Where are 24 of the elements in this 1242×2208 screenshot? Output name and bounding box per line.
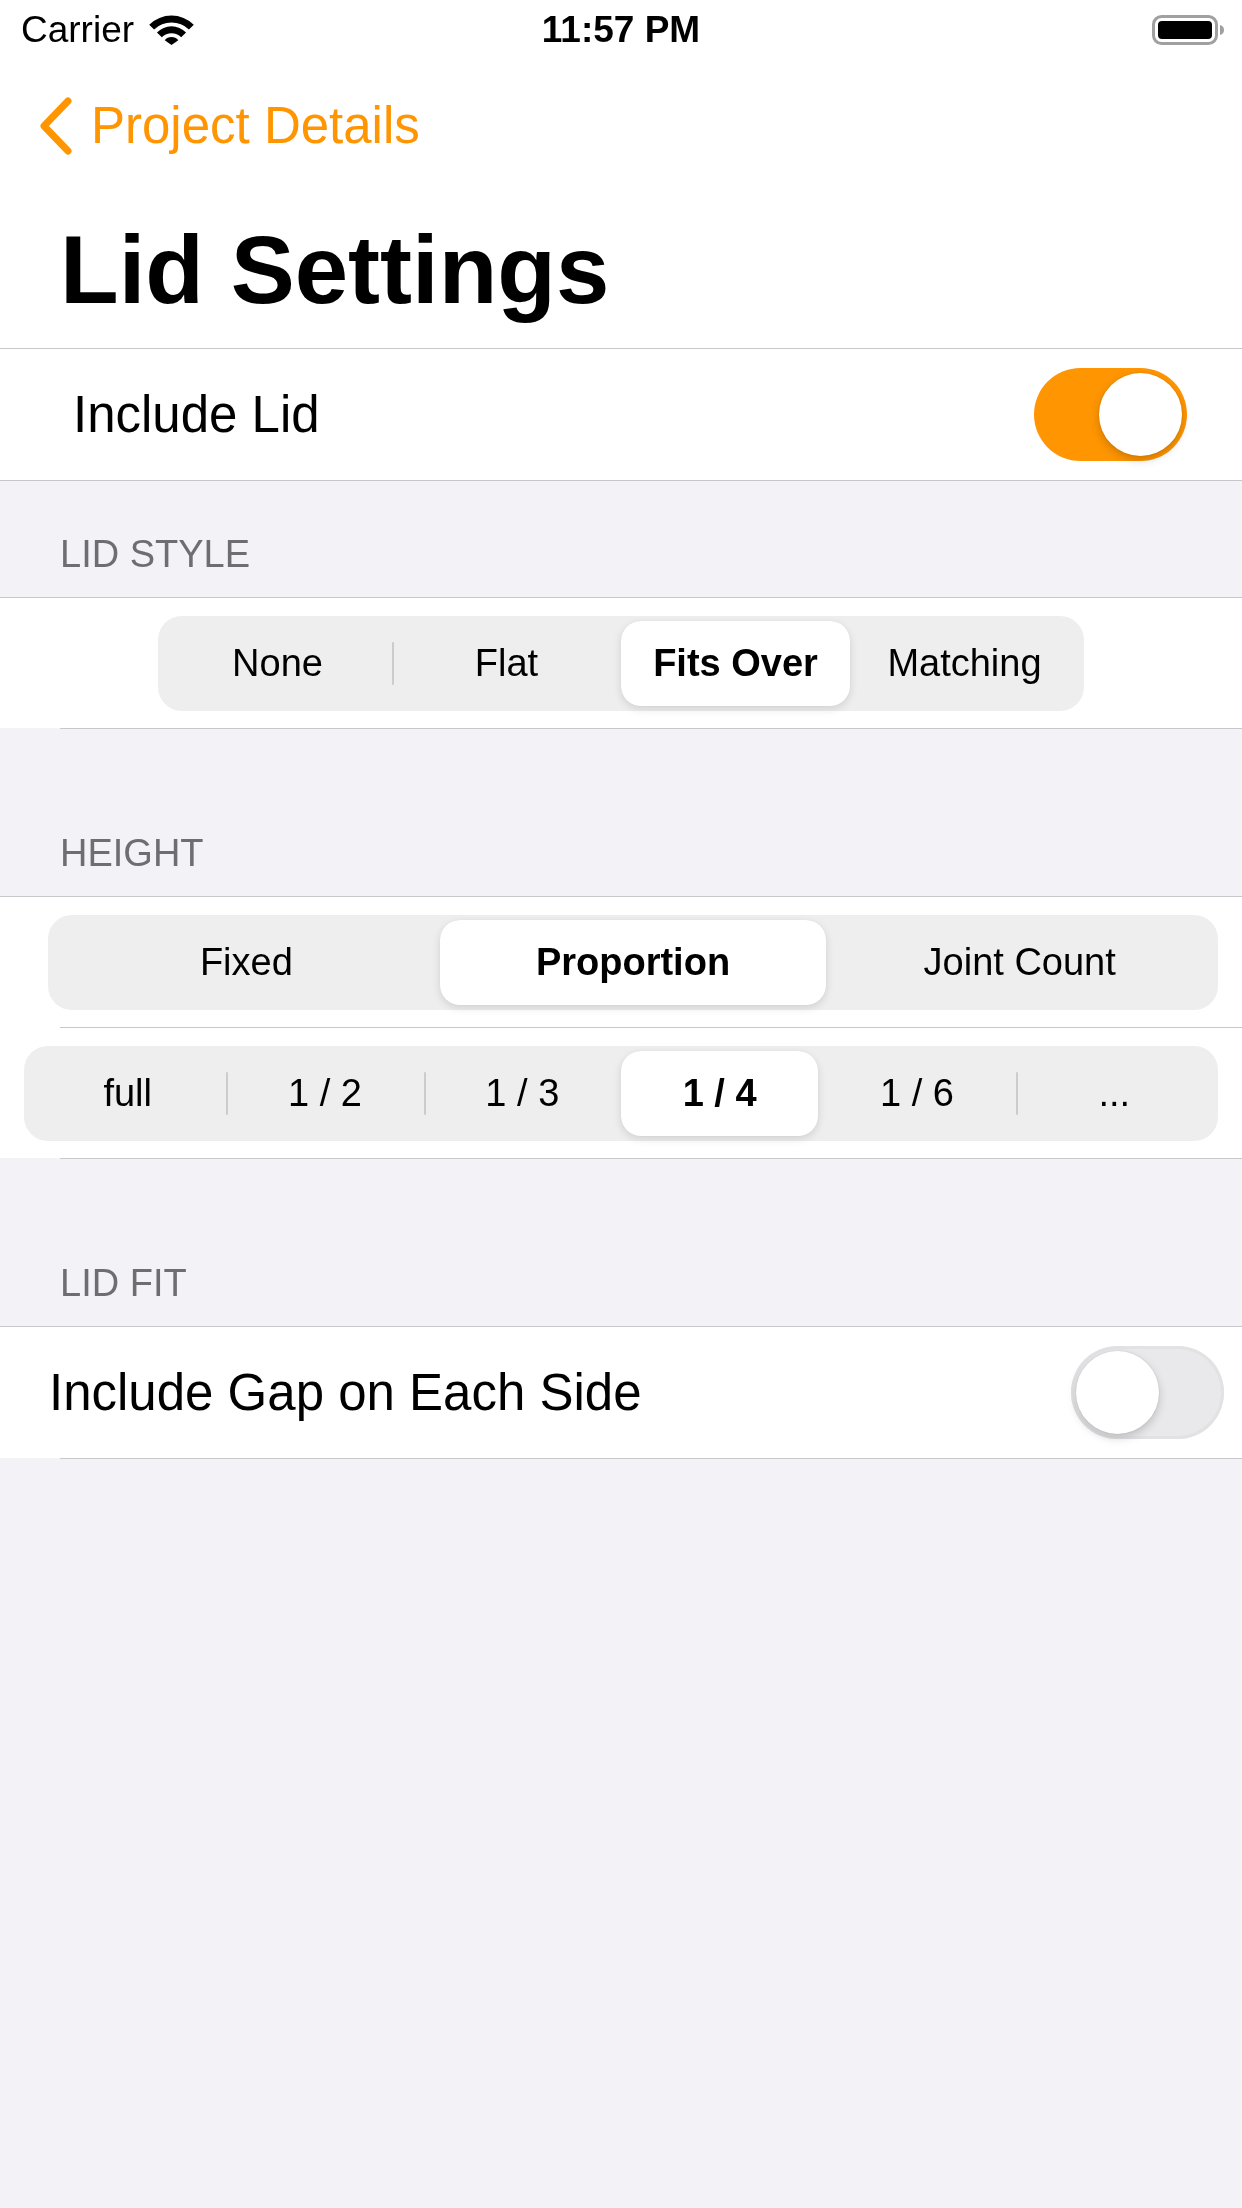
segment-option[interactable]: Proportion	[439, 920, 827, 1005]
segment-option[interactable]: 1 / 6	[818, 1051, 1016, 1136]
segment-option[interactable]: None	[163, 621, 392, 706]
battery-icon	[1152, 15, 1225, 45]
segment-option[interactable]: 1 / 4	[621, 1051, 819, 1136]
segment-option[interactable]: 1 / 2	[226, 1051, 424, 1136]
segment-option[interactable]: full	[29, 1051, 227, 1136]
row-label: Include Gap on Each Side	[49, 1362, 642, 1423]
segment-option[interactable]: ...	[1015, 1051, 1213, 1136]
wifi-icon	[148, 14, 196, 46]
row-label: Include Lid	[73, 384, 320, 445]
segment-option[interactable]: Joint Count	[826, 920, 1213, 1005]
segment-option[interactable]: Matching	[850, 621, 1079, 706]
chevron-left-icon	[38, 96, 74, 156]
page-title: Lid Settings	[60, 215, 610, 325]
segment-option[interactable]: Fits Over	[621, 621, 850, 706]
segment-option[interactable]: Fixed	[53, 920, 440, 1005]
section-header: HEIGHT	[60, 831, 204, 875]
clock-time: 11:57 PM	[541, 7, 701, 52]
section-header: LID FIT	[60, 1261, 187, 1305]
segment-option[interactable]: 1 / 3	[423, 1051, 621, 1136]
segment-option[interactable]: Flat	[392, 621, 621, 706]
section-header: LID STYLE	[60, 532, 251, 576]
carrier-label: Carrier	[21, 7, 135, 52]
